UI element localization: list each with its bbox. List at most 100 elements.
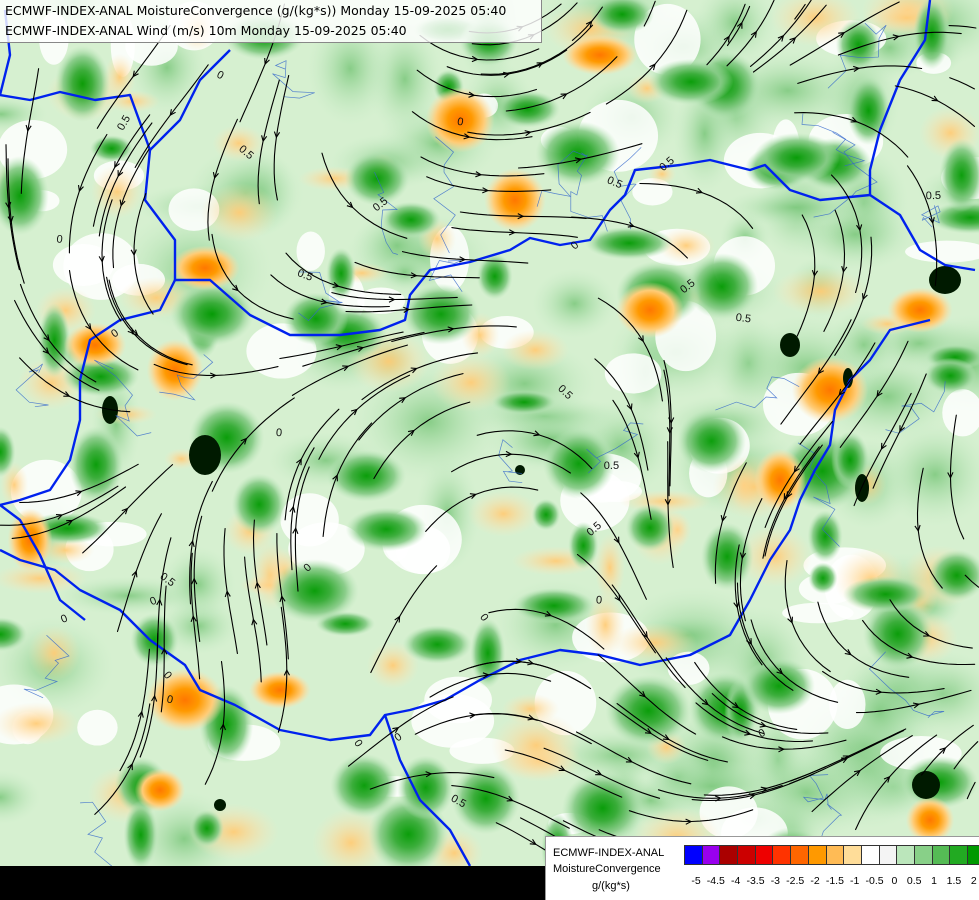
convergence-area (397, 755, 455, 820)
convergence-area (700, 522, 754, 591)
legend-tick: -4 (731, 875, 741, 887)
convergence-area (402, 625, 473, 664)
convergence-area (189, 809, 224, 847)
legend-tick: 1.5 (946, 875, 962, 887)
divergence-hotspot (887, 287, 953, 333)
legend-swatch (807, 845, 827, 865)
convergence-area (924, 357, 977, 394)
legend-swatch (719, 845, 739, 865)
weather-map[interactable]: 00.500.5000.500.500.50.500.5000.500.500.… (0, 0, 979, 866)
convergence-area (677, 409, 746, 473)
convergence-area (326, 449, 407, 502)
convergence-area (913, 0, 950, 70)
legend-tick: -2 (810, 875, 820, 887)
color-legend: ECMWF-INDEX-ANAL MoistureConvergence g/(… (545, 836, 979, 900)
neutral-area (782, 602, 854, 624)
convergence-area (562, 771, 644, 845)
legend-swatch (931, 845, 951, 865)
convergence-area (402, 283, 480, 345)
legend-swatch (967, 845, 979, 865)
convergence-area (513, 587, 595, 624)
convergence-area (330, 753, 399, 818)
convergence-area (54, 45, 111, 122)
dark-convergence-cell (214, 799, 226, 811)
legend-swatch (878, 845, 898, 865)
convergence-area (130, 613, 179, 667)
legend-swatch (843, 845, 862, 865)
neutral-area (604, 353, 662, 394)
legend-swatch (790, 845, 809, 865)
legend-model: ECMWF-INDEX-ANAL (553, 847, 665, 859)
divergence-hotspot (170, 245, 240, 291)
legend-swatch (825, 845, 845, 865)
dark-convergence-cell (189, 435, 221, 475)
contour-label: 0.5 (604, 460, 619, 472)
legend-color-scale (684, 845, 979, 865)
convergence-area (345, 507, 428, 552)
convergence-area (846, 76, 891, 146)
convergence-area (835, 18, 882, 71)
divergence-hotspot (249, 671, 311, 709)
convergence-area (807, 510, 843, 563)
legend-tick: -0.5 (865, 875, 884, 887)
legend-tick: -5 (691, 875, 701, 887)
divergence-hotspot (134, 768, 186, 812)
convergence-area (89, 135, 134, 162)
convergence-area (648, 58, 734, 105)
legend-tick: -1 (850, 875, 860, 887)
legend-swatch (684, 845, 703, 865)
divergence-hotspot (616, 282, 684, 338)
legend-tick: 0.5 (906, 875, 922, 887)
legend-swatch (896, 845, 915, 865)
contour-label: 0.5 (735, 312, 752, 326)
light-convergence-area (531, 267, 618, 340)
legend-swatch (754, 845, 774, 865)
divergence-hotspot (562, 34, 638, 76)
convergence-area (492, 390, 557, 415)
legend-swatch (860, 845, 880, 865)
legend-swatch (949, 845, 968, 865)
convergence-area (753, 132, 840, 183)
legend-swatch (701, 845, 721, 865)
divergence-hotspot (146, 339, 204, 401)
convergence-area (584, 226, 674, 260)
legend-tick: -2.5 (786, 875, 805, 887)
convergence-area (531, 498, 561, 531)
title-box: ECMWF-INDEX-ANAL MoistureConvergence (g/… (0, 0, 542, 43)
title-wind: ECMWF-INDEX-ANAL Wind (m/s) 10m Monday 1… (5, 23, 407, 38)
convergence-area (326, 247, 357, 300)
contour-label: 0 (275, 427, 282, 439)
legend-tick: -3 (770, 875, 781, 887)
legend-tick-labels: -5 -4.5 -4 -3.5 -3 -2.5 -2 -1.5 -1 -0.5 0 0.5 1 1.5 2 (691, 875, 978, 889)
neutral-area (411, 694, 495, 748)
convergence-area (742, 657, 815, 715)
weak-divergence-area (467, 490, 540, 537)
weak-divergence-area (212, 124, 266, 162)
divergence-hotspot (484, 168, 546, 232)
weak-divergence-area (27, 624, 81, 682)
legend-tick: -4.5 (706, 875, 725, 887)
title-moisture-convergence: ECMWF-INDEX-ANAL MoistureConvergence (g/… (5, 3, 507, 18)
contour-label: 0.5 (926, 190, 942, 203)
legend-tick: -1.5 (825, 875, 844, 887)
legend-tick: 1 (931, 875, 937, 887)
weak-divergence-area (201, 183, 278, 243)
divergence-hotspot (791, 356, 869, 424)
legend-tick: 2 (970, 875, 977, 887)
convergence-area (842, 575, 929, 613)
weak-divergence-area (501, 329, 570, 371)
contour-label: 0 (596, 594, 603, 606)
legend-swatch (913, 845, 933, 865)
neutral-area (829, 679, 866, 730)
legend-swatch (772, 845, 792, 865)
weak-divergence-area (594, 533, 625, 603)
dark-convergence-cell (929, 266, 961, 294)
legend-tick: -3.5 (746, 875, 765, 887)
divergence-hotspot (145, 668, 225, 732)
legend-tick: 0 (891, 875, 898, 887)
convergence-area (170, 282, 255, 346)
neutral-area (77, 709, 118, 746)
convergence-area (808, 562, 838, 594)
dark-convergence-cell (912, 771, 940, 799)
neutral-area (296, 231, 325, 271)
